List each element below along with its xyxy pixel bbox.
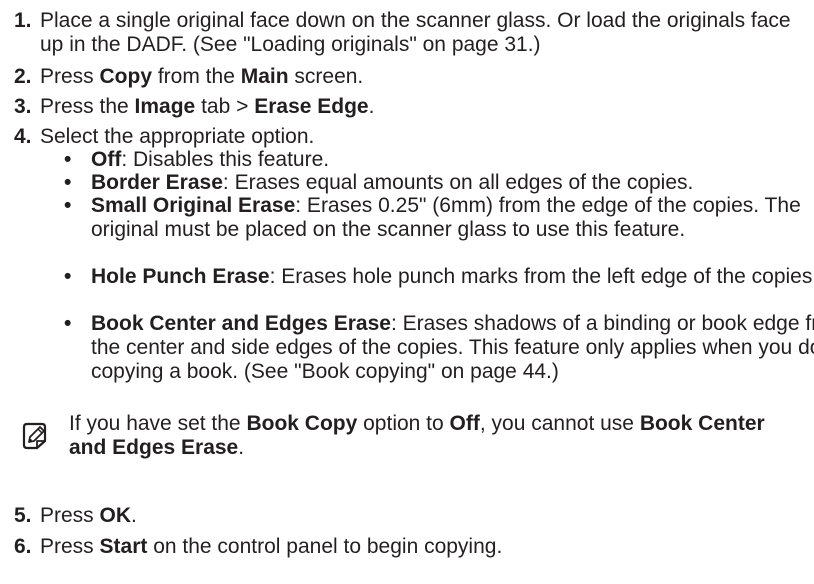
step-text-bold: Copy: [99, 65, 153, 88]
step-text: Press Start on the control panel to begi…: [40, 535, 804, 559]
step-text-segment: .: [368, 95, 375, 118]
bullet-icon: •: [64, 265, 72, 288]
option-term: Off: [91, 148, 122, 171]
bullet-icon: •: [64, 148, 72, 171]
option-term: Hole Punch Erase: [91, 265, 270, 288]
step-text-bold: Erase Edge: [254, 95, 369, 118]
step-text-segment: Select the appropriate option.: [40, 125, 315, 148]
step-text-segment: on the control panel to begin copying.: [147, 535, 503, 558]
option-description: : Disables this feature.: [121, 148, 330, 171]
step-3: 3. Press the Image tab > Erase Edge.: [14, 95, 804, 119]
option-description: : Erases equal amounts on all edges of t…: [222, 171, 694, 194]
bullet-icon: •: [64, 171, 72, 194]
option-term: Border Erase: [91, 171, 223, 194]
bullet-icon: •: [64, 312, 72, 335]
step-number: 3.: [14, 95, 32, 118]
step-number: 6.: [14, 535, 32, 558]
step-text-segment: tab >: [195, 95, 255, 118]
note-callout: If you have set the Book Copy option to …: [14, 412, 804, 460]
note-text-segment: .: [238, 436, 245, 459]
instruction-page: 1. Place a single original face down on …: [0, 0, 814, 584]
step-text-segment: screen.: [288, 65, 364, 88]
step-number: 5.: [14, 504, 32, 527]
step-text-bold: Image: [134, 95, 196, 118]
step-text-segment: from the: [152, 65, 241, 88]
step-1: 1. Place a single original face down on …: [14, 9, 804, 57]
note-text: If you have set the Book Copy option to …: [69, 412, 804, 460]
step-text-bold: OK: [99, 504, 132, 527]
option-term: Book Center and Edges Erase: [91, 312, 391, 335]
step-text: Press the Image tab > Erase Edge.: [40, 95, 804, 119]
step-text-segment: Press: [40, 65, 100, 88]
step-text-segment: Place a single original face down on the…: [40, 9, 791, 56]
note-text-bold: Book Copy: [246, 412, 358, 435]
step-number: 2.: [14, 65, 32, 88]
option-off: • Off: Disables this feature.: [40, 148, 814, 172]
step-number: 4.: [14, 125, 32, 148]
step-text-bold: Start: [99, 535, 148, 558]
bullet-icon: •: [64, 194, 72, 217]
step-text: Place a single original face down on the…: [40, 9, 804, 57]
step-text: Press OK.: [40, 504, 804, 528]
option-border-erase: • Border Erase: Erases equal amounts on …: [40, 171, 814, 195]
note-text-bold: Off: [449, 412, 480, 435]
step-5: 5. Press OK.: [14, 504, 804, 528]
note-text-segment: , you cannot use: [479, 412, 640, 435]
step-2: 2. Press Copy from the Main screen.: [14, 65, 804, 89]
step-text-segment: .: [131, 504, 137, 527]
step-4: 4. Select the appropriate option.: [14, 125, 804, 149]
step-text-segment: Press the: [40, 95, 135, 118]
note-pencil-icon: [20, 421, 50, 451]
option-book-center-edges-erase: • Book Center and Edges Erase: Erases sh…: [40, 312, 814, 384]
note-text-segment: If you have set the: [69, 412, 247, 435]
option-small-original-erase: • Small Original Erase: Erases 0.25" (6m…: [40, 194, 814, 242]
note-text-segment: option to: [357, 412, 450, 435]
step-text: Press Copy from the Main screen.: [40, 65, 804, 89]
step-text-segment: Press: [40, 535, 100, 558]
step-text-segment: Press: [40, 504, 100, 527]
step-text: Select the appropriate option.: [40, 125, 804, 149]
option-hole-punch-erase: • Hole Punch Erase: Erases hole punch ma…: [40, 265, 814, 289]
option-term: Small Original Erase: [91, 194, 296, 217]
step-text-bold: Main: [240, 65, 289, 88]
step-6: 6. Press Start on the control panel to b…: [14, 535, 804, 559]
option-description: : Erases hole punch marks from the left …: [269, 265, 814, 288]
step-number: 1.: [14, 9, 32, 32]
